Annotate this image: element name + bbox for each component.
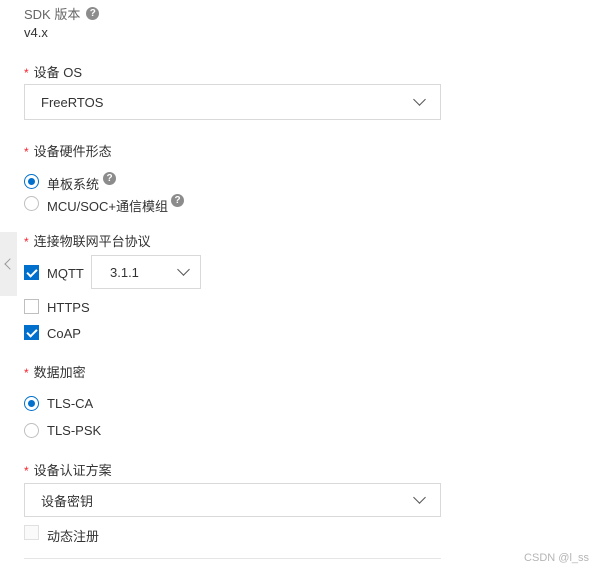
- question-circle-icon[interactable]: ?: [171, 194, 184, 207]
- hardware-form-label-text: 设备硬件形态: [33, 144, 112, 159]
- checkbox-coap[interactable]: [24, 325, 39, 340]
- protocol-label-text: 连接物联网平台协议: [33, 234, 151, 249]
- side-panel-toggle[interactable]: [0, 232, 17, 296]
- watermark: CSDN @l_ss: [524, 552, 589, 564]
- encryption-label-text: 数据加密: [33, 365, 86, 380]
- radio-tls-psk-label: TLS-PSK: [47, 423, 102, 438]
- sdk-version-label-text: SDK 版本: [24, 7, 81, 22]
- required-mark: *: [24, 366, 29, 380]
- sdk-version-value: v4.x: [24, 25, 48, 40]
- auth-scheme-select[interactable]: 设备密钥: [24, 483, 441, 517]
- radio-tls-ca[interactable]: [24, 396, 39, 411]
- radio-mcu-soc-label: MCU/SOC+通信模组: [47, 199, 168, 214]
- chevron-down-icon: [177, 263, 190, 276]
- required-mark: *: [24, 235, 29, 249]
- auth-scheme-label: * 设备认证方案: [24, 460, 112, 479]
- checkbox-dynamic-register[interactable]: [24, 525, 39, 540]
- radio-mcu-soc[interactable]: [24, 196, 39, 211]
- chevron-down-icon: [413, 491, 426, 504]
- checkbox-dynamic-register-label: 动态注册: [47, 529, 100, 544]
- sdk-config-form: SDK 版本 ? v4.x * 设备 OS FreeRTOS * 设备硬件形态 单板…: [0, 0, 595, 570]
- divider: [24, 558, 441, 559]
- hardware-form-label: * 设备硬件形态: [24, 141, 112, 160]
- radio-tls-ca-label: TLS-CA: [47, 396, 94, 411]
- device-os-select[interactable]: FreeRTOS: [24, 84, 441, 120]
- device-os-label-text: 设备 OS: [33, 65, 83, 80]
- protocol-label: * 连接物联网平台协议: [24, 231, 151, 250]
- checkbox-mqtt[interactable]: [24, 265, 39, 280]
- checkbox-https-label: HTTPS: [47, 300, 90, 315]
- encryption-label: * 数据加密: [24, 362, 86, 381]
- required-mark: *: [24, 66, 29, 80]
- checkbox-https[interactable]: [24, 299, 39, 314]
- required-mark: *: [24, 464, 29, 478]
- mqtt-version-select-value: 3.1.1: [110, 264, 139, 280]
- auth-scheme-select-value: 设备密钥: [41, 493, 94, 509]
- radio-single-board-label: 单板系统: [47, 177, 100, 192]
- mqtt-version-select[interactable]: 3.1.1: [91, 255, 201, 289]
- auth-scheme-label-text: 设备认证方案: [33, 463, 112, 478]
- required-mark: *: [24, 145, 29, 159]
- checkbox-coap-label: CoAP: [47, 326, 81, 341]
- device-os-label: * 设备 OS: [24, 62, 82, 81]
- radio-single-board[interactable]: [24, 174, 39, 189]
- question-circle-icon[interactable]: ?: [103, 172, 116, 185]
- chevron-down-icon: [413, 93, 426, 106]
- sdk-version-label: SDK 版本 ?: [24, 4, 100, 23]
- radio-tls-psk[interactable]: [24, 423, 39, 438]
- question-circle-icon[interactable]: ?: [86, 7, 100, 20]
- chevron-left-icon: [4, 258, 16, 270]
- device-os-select-value: FreeRTOS: [41, 94, 104, 110]
- checkbox-mqtt-label: MQTT: [47, 266, 84, 281]
